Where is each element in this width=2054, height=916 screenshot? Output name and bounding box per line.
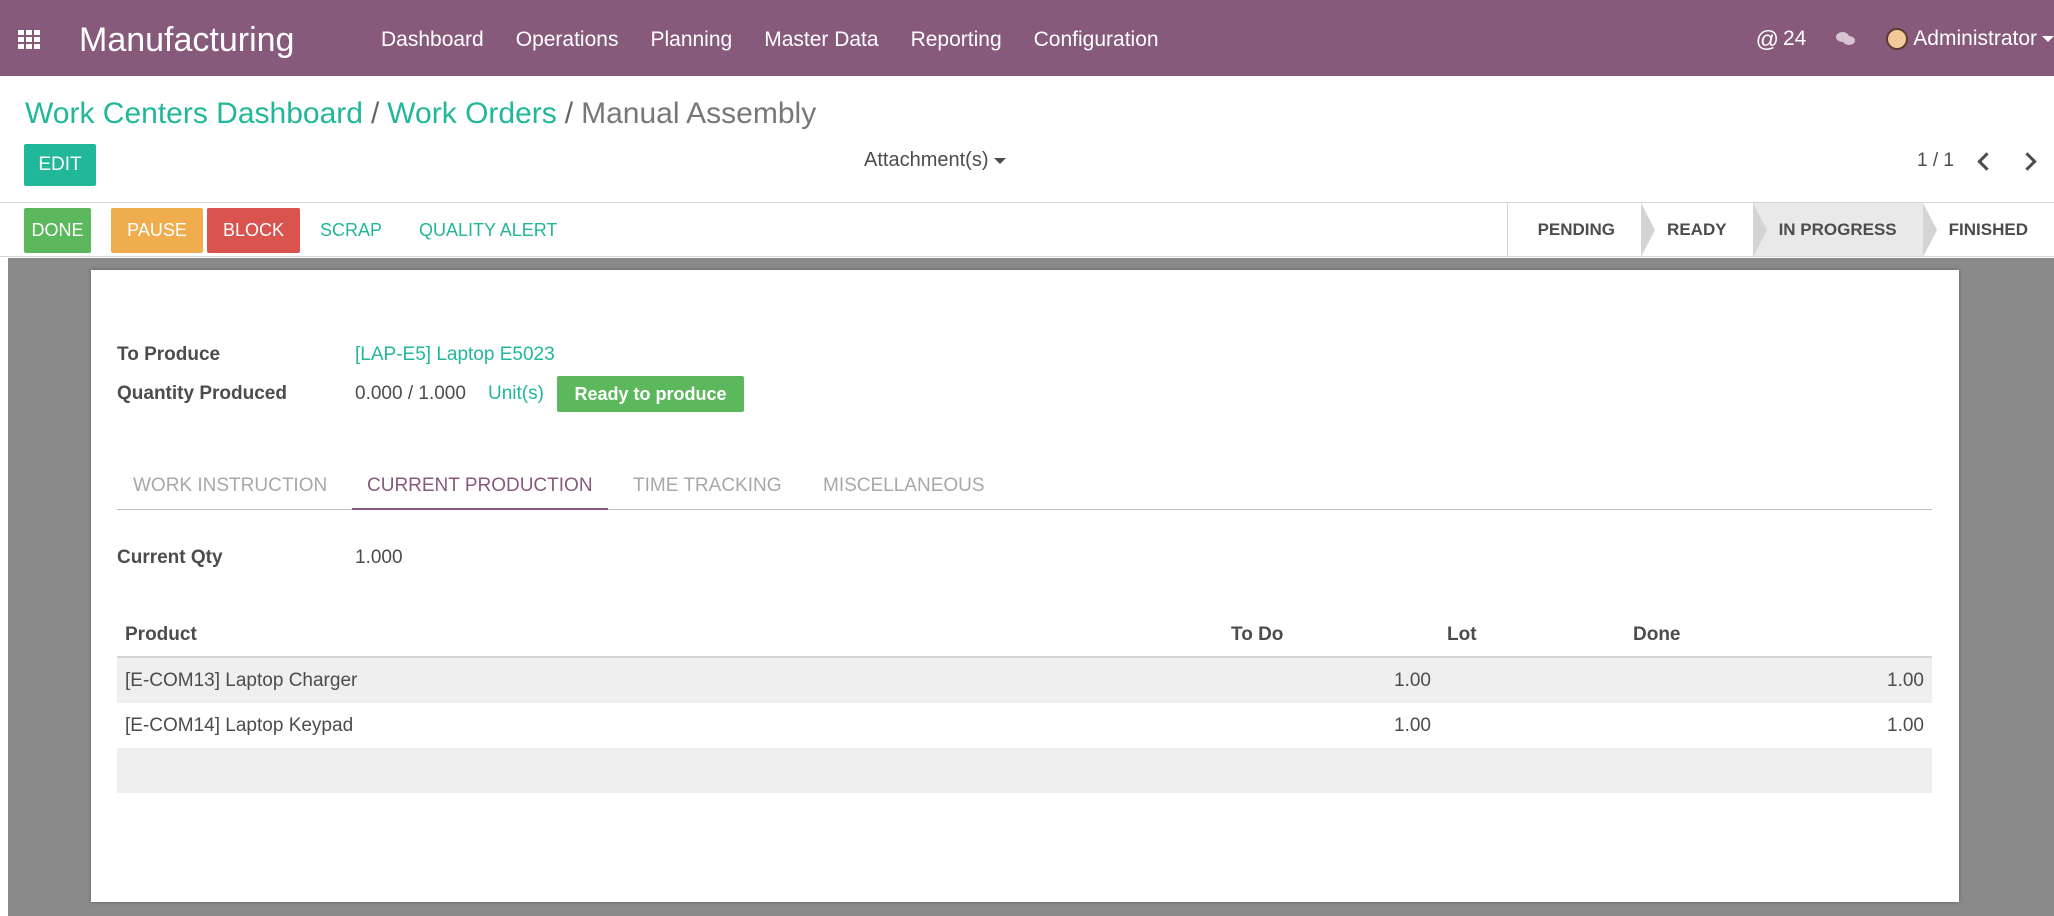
avatar[interactable] bbox=[1886, 28, 1909, 50]
breadcrumb: Work Centers Dashboard / Work Orders / Manua… bbox=[25, 96, 816, 132]
mention-icon[interactable]: @ bbox=[1756, 26, 1779, 53]
cell-product[interactable]: [E-COM13] Laptop Charger bbox=[117, 657, 1223, 703]
cell-done[interactable]: 1.00 bbox=[1625, 703, 1932, 748]
col-lot[interactable]: Lot bbox=[1439, 614, 1625, 658]
table-empty-row bbox=[117, 748, 1932, 793]
chevron-down-icon bbox=[994, 157, 1007, 164]
chevron-left-icon[interactable] bbox=[1977, 151, 1996, 171]
breadcrumb-separator: / bbox=[564, 97, 574, 130]
chevron-right-icon[interactable] bbox=[2018, 151, 2037, 171]
menu-operations[interactable]: Operations bbox=[516, 27, 619, 53]
col-product[interactable]: Product bbox=[117, 614, 1223, 658]
stage-finished[interactable]: FINISHED bbox=[1922, 203, 2054, 256]
cell-lot[interactable] bbox=[1439, 703, 1625, 748]
cell-product[interactable]: [E-COM14] Laptop Keypad bbox=[117, 703, 1223, 748]
tab-time-tracking[interactable]: TIME TRACKING bbox=[633, 470, 782, 509]
menu-master-data[interactable]: Master Data bbox=[764, 27, 878, 53]
main-menu: Dashboard Operations Planning Master Dat… bbox=[381, 27, 1191, 53]
breadcrumb-separator: / bbox=[370, 97, 380, 130]
to-produce-link[interactable]: [LAP-E5] Laptop E5023 bbox=[355, 344, 555, 366]
stage-ready[interactable]: READY bbox=[1641, 203, 1767, 257]
qty-uom-link[interactable]: Unit(s) bbox=[488, 383, 544, 405]
pager: 1 / 1 bbox=[1917, 148, 2037, 174]
stage-pending[interactable]: PENDING bbox=[1506, 203, 1656, 257]
table-row[interactable]: [E-COM14] Laptop Keypad 1.00 1.00 bbox=[117, 703, 1932, 748]
scrap-button[interactable]: SCRAP bbox=[320, 208, 382, 253]
breadcrumb-work-orders[interactable]: Work Orders bbox=[387, 97, 556, 130]
qty-produced-label: Quantity Produced bbox=[117, 383, 287, 404]
apps-grid-icon[interactable] bbox=[18, 30, 40, 49]
top-navbar: Manufacturing Dashboard Operations Plann… bbox=[0, 0, 2054, 76]
done-button[interactable]: DONE bbox=[24, 208, 91, 253]
menu-configuration[interactable]: Configuration bbox=[1034, 27, 1159, 53]
block-button[interactable]: BLOCK bbox=[207, 208, 300, 253]
quality-alert-button[interactable]: QUALITY ALERT bbox=[419, 208, 557, 253]
app-title: Manufacturing bbox=[79, 21, 295, 59]
breadcrumb-work-centers-dashboard[interactable]: Work Centers Dashboard bbox=[25, 97, 363, 130]
edit-button[interactable]: EDIT bbox=[24, 144, 96, 186]
systray: @ 24 Administrator bbox=[1756, 24, 2054, 54]
chevron-down-icon[interactable] bbox=[2042, 36, 2054, 42]
notebook-tabs: WORK INSTRUCTION CURRENT PRODUCTION TIME… bbox=[117, 470, 1932, 510]
cell-todo[interactable]: 1.00 bbox=[1223, 657, 1439, 703]
current-qty-label: Current Qty bbox=[117, 547, 223, 568]
tab-miscellaneous[interactable]: MISCELLANEOUS bbox=[823, 470, 985, 509]
chat-icon[interactable] bbox=[1836, 32, 1856, 46]
col-todo[interactable]: To Do bbox=[1223, 614, 1439, 658]
attachments-dropdown[interactable]: Attachment(s) bbox=[864, 146, 1007, 174]
tab-current-production[interactable]: CURRENT PRODUCTION bbox=[352, 470, 608, 510]
stage-in-progress[interactable]: IN PROGRESS bbox=[1752, 203, 1937, 257]
attachments-label: Attachment(s) bbox=[864, 149, 989, 171]
table-header-row: Product To Do Lot Done bbox=[117, 614, 1932, 658]
current-qty-value: 1.000 bbox=[355, 547, 403, 568]
col-done[interactable]: Done bbox=[1625, 614, 1932, 658]
user-menu[interactable]: Administrator bbox=[1913, 27, 2037, 51]
messages-count[interactable]: 24 bbox=[1783, 27, 1806, 51]
to-produce-label: To Produce bbox=[117, 344, 221, 365]
menu-dashboard[interactable]: Dashboard bbox=[381, 27, 484, 53]
table-row[interactable]: [E-COM13] Laptop Charger 1.00 1.00 bbox=[117, 657, 1932, 703]
qty-produced-value: 0.000 / 1.000 bbox=[355, 383, 466, 404]
menu-planning[interactable]: Planning bbox=[650, 27, 732, 53]
menu-reporting[interactable]: Reporting bbox=[911, 27, 1002, 53]
breadcrumb-current: Manual Assembly bbox=[581, 97, 817, 130]
stage-pipeline: PENDING READY IN PROGRESS FINISHED bbox=[1506, 203, 2054, 257]
pager-value[interactable]: 1 / 1 bbox=[1917, 148, 1954, 174]
pause-button[interactable]: PAUSE bbox=[111, 208, 203, 253]
cell-done[interactable]: 1.00 bbox=[1625, 657, 1932, 703]
move-lines-table: Product To Do Lot Done [E-COM13] Laptop … bbox=[117, 614, 1932, 793]
status-bar: DONE PAUSE BLOCK SCRAP QUALITY ALERT PEN… bbox=[0, 202, 2054, 257]
cell-todo[interactable]: 1.00 bbox=[1223, 703, 1439, 748]
cell-lot[interactable] bbox=[1439, 657, 1625, 703]
tab-work-instruction[interactable]: WORK INSTRUCTION bbox=[133, 470, 327, 509]
status-badge: Ready to produce bbox=[557, 376, 744, 412]
